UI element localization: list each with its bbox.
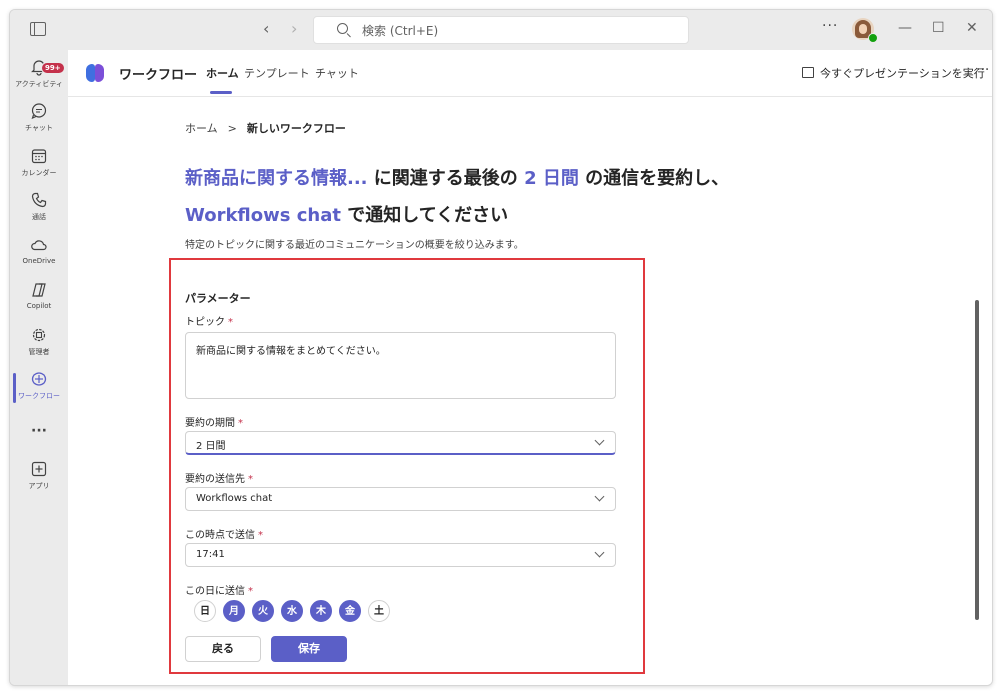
topic-label: トピック * <box>185 317 233 328</box>
presence-available-icon <box>868 33 878 43</box>
share-screen-icon <box>802 67 814 78</box>
day-toggle-fri[interactable]: 金 <box>339 600 361 622</box>
back-arrow-icon[interactable]: ‹ <box>263 19 269 38</box>
headline-period[interactable]: 2 日間 <box>524 168 579 189</box>
topic-textarea[interactable]: 新商品に関する情報をまとめてください。 <box>185 332 616 399</box>
rail-item-activity[interactable]: 99+ アクティビティ <box>10 58 68 89</box>
headline-line2: Workflows chat で通知してください <box>185 205 509 226</box>
calendar-icon <box>30 147 48 165</box>
title-bar: ‹ › 検索 (Ctrl+E) ··· — ☐ ✕ <box>10 10 992 50</box>
close-button[interactable]: ✕ <box>966 20 978 36</box>
maximize-button[interactable]: ☐ <box>932 20 945 36</box>
rail-item-onedrive[interactable]: OneDrive <box>10 236 68 265</box>
breadcrumb: ホーム > 新しいワークフロー <box>185 120 346 136</box>
breadcrumb-current: 新しいワークフロー <box>246 122 346 135</box>
sidebar-toggle-icon[interactable] <box>30 22 46 36</box>
present-now-button[interactable]: 今すぐプレゼンテーションを実行 <box>802 65 985 81</box>
rail-item-apps[interactable]: アプリ <box>10 460 68 491</box>
more-options-button[interactable]: ··· <box>822 18 838 34</box>
rail-item-chat[interactable]: チャット <box>10 102 68 133</box>
workflow-icon <box>30 370 48 388</box>
phone-icon <box>30 191 48 209</box>
app-header: ワークフロー ホーム テンプレート チャット 今すぐプレゼンテーションを実行 ·… <box>68 50 992 97</box>
save-button[interactable]: 保存 <box>271 636 347 662</box>
minimize-button[interactable]: — <box>898 20 912 36</box>
tab-templates[interactable]: テンプレート <box>244 65 310 81</box>
period-label: 要約の期間 * <box>185 418 243 429</box>
breadcrumb-home[interactable]: ホーム <box>185 122 218 135</box>
day-toggle-mon[interactable]: 月 <box>223 600 245 622</box>
day-toggle-tue[interactable]: 火 <box>252 600 274 622</box>
headline-line1: 新商品に関する情報... に関連する最後の 2 日間 の通信を要約し、 <box>185 168 730 189</box>
notification-badge: 99+ <box>41 62 65 74</box>
app-title: ワークフロー <box>119 68 198 83</box>
chevron-down-icon <box>594 547 605 558</box>
back-button[interactable]: 戻る <box>185 636 261 662</box>
chat-icon <box>30 102 48 120</box>
search-placeholder: 検索 (Ctrl+E) <box>362 24 439 38</box>
rail-item-admin[interactable]: 管理者 <box>10 326 68 357</box>
breadcrumb-separator: > <box>227 122 237 135</box>
app-more-button[interactable]: ··· <box>976 62 989 78</box>
rail-item-more[interactable]: ··· <box>10 422 68 440</box>
time-label: この時点で送信 * <box>185 530 263 541</box>
cloud-icon <box>30 236 48 254</box>
destination-select[interactable]: Workflows chat <box>185 487 616 511</box>
copilot-icon <box>30 281 48 299</box>
day-toggle-wed[interactable]: 水 <box>281 600 303 622</box>
chevron-down-icon <box>594 435 605 446</box>
forward-arrow-icon[interactable]: › <box>291 19 297 38</box>
search-input[interactable]: 検索 (Ctrl+E) <box>313 16 689 44</box>
rail-item-calls[interactable]: 通話 <box>10 191 68 222</box>
days-label: この日に送信 * <box>185 586 253 597</box>
headline-topic[interactable]: 新商品に関する情報... <box>185 168 368 189</box>
workflows-logo-icon <box>86 63 106 83</box>
more-icon: ··· <box>31 423 47 439</box>
description: 特定のトピックに関する最近のコミュニケーションの概要を絞り込みます。 <box>185 240 524 251</box>
destination-label: 要約の送信先 * <box>185 474 253 485</box>
day-toggle-sun[interactable]: 日 <box>194 600 216 622</box>
period-select[interactable]: 2 日間 <box>185 431 616 455</box>
tab-chat[interactable]: チャット <box>315 65 359 81</box>
scrollbar[interactable] <box>975 300 979 620</box>
day-toggle-sat[interactable]: 土 <box>368 600 390 622</box>
day-toggle-thu[interactable]: 木 <box>310 600 332 622</box>
add-app-icon <box>30 460 48 478</box>
admin-icon <box>30 326 48 344</box>
headline-destination[interactable]: Workflows chat <box>185 205 341 226</box>
tab-home[interactable]: ホーム <box>206 65 239 81</box>
chevron-down-icon <box>594 491 605 502</box>
rail-item-copilot[interactable]: Copilot <box>10 281 68 310</box>
section-title: パラメーター <box>185 292 251 305</box>
rail-item-calendar[interactable]: カレンダー <box>10 147 68 178</box>
search-icon <box>337 23 348 34</box>
time-select[interactable]: 17:41 <box>185 543 616 567</box>
app-rail: 99+ アクティビティ チャット カレンダー 通話 OneDrive Copil… <box>10 50 68 685</box>
active-tab-indicator <box>210 91 232 94</box>
rail-item-workflows[interactable]: ワークフロー <box>10 370 68 401</box>
